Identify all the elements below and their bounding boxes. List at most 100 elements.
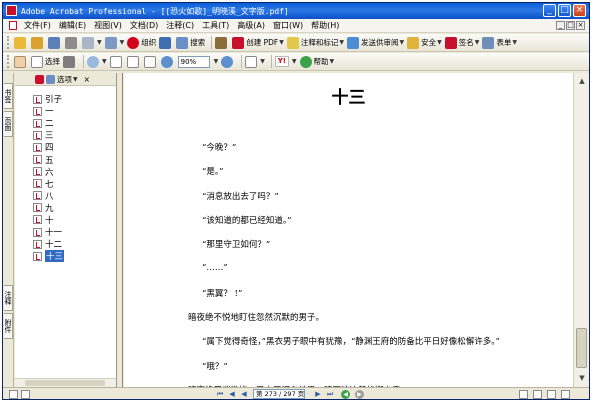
doc-close-button[interactable]: × xyxy=(576,21,585,30)
next-page-button[interactable]: ▶ xyxy=(313,390,323,399)
secure-button[interactable]: 安全 ▼ xyxy=(407,36,442,50)
actual-size-icon xyxy=(109,55,122,68)
menu-tools[interactable]: 工具(T) xyxy=(198,20,233,31)
zoom-level-input[interactable]: 90% xyxy=(177,55,210,68)
scroll-up-arrow[interactable]: ▲ xyxy=(576,75,588,87)
tab-comments[interactable]: 注释 xyxy=(4,285,13,311)
previous-view-button[interactable]: ◀ xyxy=(341,390,350,399)
tab-pages[interactable]: 页面 xyxy=(4,111,13,137)
continuous-layout-button[interactable] xyxy=(533,390,542,399)
search-icon xyxy=(176,36,189,49)
save-button[interactable] xyxy=(48,36,62,50)
zoom-out-button[interactable] xyxy=(160,55,175,69)
print-button[interactable] xyxy=(65,36,79,50)
panel-splitter[interactable] xyxy=(117,73,123,387)
comment-markup-button[interactable]: 注释和标记 ▼ xyxy=(286,36,344,50)
previous-page-button[interactable]: ◀ xyxy=(227,390,237,399)
bookmark-item[interactable]: 十 xyxy=(33,214,64,226)
email-button[interactable]: ▼ xyxy=(82,36,102,50)
bookmark-item[interactable]: 九 xyxy=(33,202,64,214)
page-view-icon[interactable] xyxy=(9,390,18,399)
app-window: Adobe Acrobat Professional - [[恐火如歌]_明晓溪… xyxy=(2,2,590,400)
forms-button[interactable]: 表单 ▼ xyxy=(482,36,517,50)
last-page-button[interactable]: ⏭ xyxy=(325,390,335,399)
menu-comments[interactable]: 注释(C) xyxy=(162,20,198,31)
close-panel-icon[interactable]: × xyxy=(84,75,90,84)
bookmark-item[interactable]: 十一 xyxy=(33,226,64,238)
facing-layout-button[interactable] xyxy=(547,390,556,399)
fit-page-button[interactable] xyxy=(126,55,141,69)
single-page-layout-button[interactable] xyxy=(519,390,528,399)
bookmark-icon xyxy=(33,142,42,152)
bookmark-item[interactable]: 六 xyxy=(33,166,64,178)
menu-window[interactable]: 窗口(W) xyxy=(269,20,307,31)
options-menu[interactable]: 选项 xyxy=(57,74,72,85)
doc-minimize-button[interactable]: _ xyxy=(556,21,565,30)
organizer-button[interactable]: 组织 xyxy=(127,36,156,50)
send-review-button[interactable]: 发送供审阅 ▼ xyxy=(347,36,404,50)
bookmark-item[interactable]: 三 xyxy=(33,129,64,141)
first-page-button[interactable]: ⏮ xyxy=(215,390,225,399)
bookmark-item[interactable]: 五 xyxy=(33,153,64,166)
organizer-shortcut-button[interactable] xyxy=(31,36,45,50)
bookmark-item[interactable]: 八 xyxy=(33,190,64,202)
yahoo-toolbar-button[interactable]: Y! ▼ xyxy=(274,55,297,69)
actual-size-button[interactable] xyxy=(109,55,124,69)
bookmark-label: 十三 xyxy=(45,250,65,263)
hand-tool-button[interactable] xyxy=(14,55,28,69)
rotate-view-button[interactable]: ▼ xyxy=(245,55,265,69)
menu-document[interactable]: 文档(D) xyxy=(126,20,162,31)
bookmark-item[interactable]: 十二 xyxy=(33,238,64,250)
new-bookmark-icon[interactable] xyxy=(46,74,55,84)
bookmark-item[interactable]: 四 xyxy=(33,141,64,153)
select-tool-button[interactable]: 选择 xyxy=(31,55,60,69)
bookmark-item[interactable]: 二 xyxy=(33,117,64,129)
title-bar[interactable]: Adobe Acrobat Professional - [[恐火如歌]_明晓溪… xyxy=(3,3,589,19)
snapshot-button[interactable] xyxy=(63,55,77,69)
toolbar-grip[interactable] xyxy=(7,36,10,49)
bookmark-icon xyxy=(33,94,42,104)
zoom-tool-button[interactable]: ▼ xyxy=(87,55,107,69)
menu-advanced[interactable]: 高级(A) xyxy=(233,20,269,31)
doc-info-icon[interactable] xyxy=(21,390,30,399)
tab-bookmarks[interactable]: 书签 xyxy=(4,83,13,109)
scroll-thumb[interactable] xyxy=(25,380,105,386)
next-view-button[interactable]: ▶ xyxy=(355,390,364,399)
delete-bookmark-icon[interactable] xyxy=(35,74,44,84)
bookmark-item[interactable]: 引子 xyxy=(33,93,64,105)
sign-button[interactable]: 签名 ▼ xyxy=(444,36,479,50)
bookmark-item[interactable]: 一 xyxy=(33,105,64,117)
maximize-button[interactable]: □ xyxy=(558,4,571,17)
stamp-button[interactable] xyxy=(159,36,173,50)
help-button[interactable]: 帮助 ▼ xyxy=(299,55,334,69)
page-number-input[interactable]: 第 273 / 297 页 xyxy=(253,389,305,399)
scroll-thumb[interactable] xyxy=(576,328,587,368)
tab-attachments[interactable]: 附件 xyxy=(4,313,13,339)
stamp-tool-button[interactable] xyxy=(215,36,229,50)
menu-file[interactable]: 文件(F) xyxy=(20,20,55,31)
menu-edit[interactable]: 编辑(E) xyxy=(55,20,90,31)
fit-width-button[interactable] xyxy=(143,55,158,69)
bookmarks-horizontal-scrollbar[interactable] xyxy=(15,378,116,387)
search-button[interactable]: 搜索 xyxy=(176,36,205,50)
bookmark-label: 十二 xyxy=(45,240,63,251)
bookmark-label: 引子 xyxy=(45,95,63,106)
document-vertical-scrollbar[interactable]: ▲ ▼ xyxy=(573,73,589,387)
menu-view[interactable]: 视图(V) xyxy=(90,20,126,31)
bookmark-item[interactable]: 十三 xyxy=(33,250,65,263)
minimize-button[interactable]: _ xyxy=(543,4,556,17)
document-paragraph: “消息放出去了吗？” xyxy=(202,191,279,202)
create-pdf-button[interactable]: 创建 PDF ▼ xyxy=(232,36,284,50)
zoom-dropdown[interactable]: ▼ xyxy=(213,55,219,69)
close-button[interactable]: × xyxy=(573,4,586,17)
previous-page-small-button[interactable]: ◀ xyxy=(239,390,249,399)
toolbar-grip[interactable] xyxy=(7,55,10,68)
link-button[interactable]: ▼ xyxy=(104,36,124,50)
open-button[interactable] xyxy=(14,36,28,50)
continuous-facing-layout-button[interactable] xyxy=(561,390,570,399)
scroll-down-arrow[interactable]: ▼ xyxy=(576,372,588,384)
doc-restore-button[interactable]: □ xyxy=(566,21,575,30)
zoom-in-button[interactable] xyxy=(221,55,235,69)
menu-help[interactable]: 帮助(H) xyxy=(307,20,343,31)
bookmark-item[interactable]: 七 xyxy=(33,178,64,190)
